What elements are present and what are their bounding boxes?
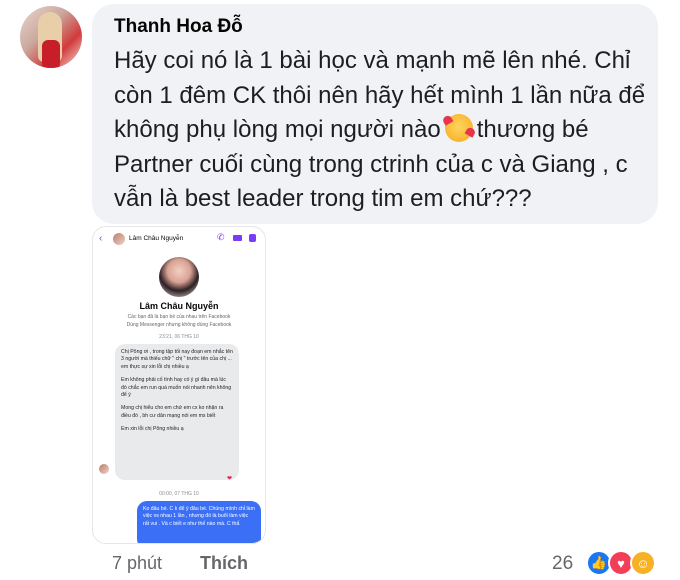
info-icon <box>249 234 256 242</box>
commenter-avatar[interactable] <box>20 6 82 68</box>
message-paragraph: Chị Pông ơi , trong tập tối nay đoạn em … <box>121 349 233 370</box>
comment-author[interactable]: Thanh Hoa Đỗ <box>114 16 243 38</box>
smiling-face-with-hearts-icon <box>444 114 473 142</box>
chat-title: Lâm Châu Nguyễn <box>129 235 184 242</box>
comment-time: 7 phút <box>112 553 163 573</box>
like-button[interactable]: Thích <box>200 553 248 574</box>
profile-name: Lâm Châu Nguyễn <box>139 301 219 311</box>
messenger-note: Dùng Messenger nhưng không dùng Facebook <box>126 322 232 328</box>
sent-message: Ko đâu bé. C k để ý đâu bé. Chúng mình c… <box>137 501 261 543</box>
reaction-count[interactable]: 26 <box>552 553 573 575</box>
care-reaction-icon[interactable]: ☺ <box>630 550 656 576</box>
video-call-icon <box>233 235 242 241</box>
profile-picture <box>159 257 199 297</box>
chat-avatar <box>113 233 125 245</box>
message-paragraph: Em xin lỗi chị Pông nhiều ạ <box>121 426 184 433</box>
comment-text: Hãy coi nó là 1 bài học và mạnh mẽ lên n… <box>114 44 654 217</box>
chat-header: ‹ Lâm Châu Nguyễn ✆ <box>93 227 265 253</box>
back-arrow-icon: ‹ <box>99 233 103 244</box>
attached-chat-screenshot[interactable]: ‹ Lâm Châu Nguyễn ✆ Lâm Châu Nguyễn Các … <box>92 226 266 544</box>
message-paragraph: Mong chị hiểu cho em chứ em cx ko nhận r… <box>121 405 224 419</box>
heart-reaction-icon: ❤ <box>227 476 233 482</box>
timestamp: 23:21, 06 THG 10 <box>159 334 199 340</box>
phone-icon: ✆ <box>217 232 225 242</box>
avatar-dress <box>42 40 60 68</box>
timestamp: 00:00, 07 THG 10 <box>159 491 199 497</box>
sender-avatar <box>99 464 109 474</box>
message-paragraph: Em không phải cố tình hay có ý gì đâu mà… <box>121 377 232 399</box>
friends-note: Các bạn đã là bạn bè của nhau trên Faceb… <box>127 314 231 320</box>
received-message: Chị Pông ơi , trong tập tối nay đoạn em … <box>115 344 239 480</box>
